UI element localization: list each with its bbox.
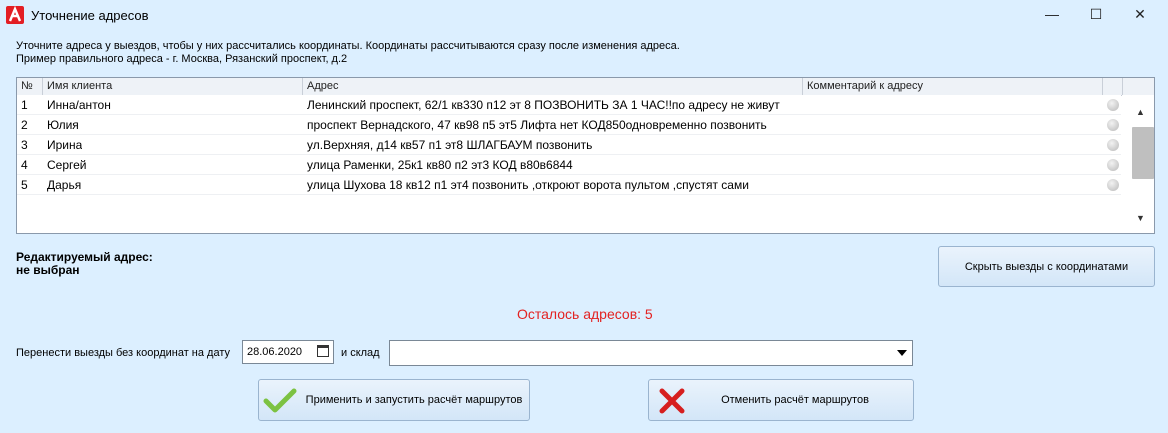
status-dot-icon: [1107, 179, 1119, 191]
warehouse-label: и склад: [341, 347, 380, 359]
row-number: 4: [21, 158, 28, 172]
instructions: Уточните адреса у выездов, чтобы у них р…: [16, 40, 680, 66]
date-picker[interactable]: 28.06.2020: [242, 340, 334, 364]
close-icon: ✕: [1134, 5, 1146, 22]
col-comment[interactable]: Комментарий к адресу: [803, 78, 1103, 95]
app-logo-icon: [6, 6, 24, 24]
row-client: Ирина: [47, 138, 83, 152]
maximize-button[interactable]: ☐: [1074, 0, 1118, 28]
row-number: 5: [21, 178, 28, 192]
date-value: 28.06.2020: [247, 346, 303, 358]
apply-button[interactable]: Применить и запустить расчёт маршрутов: [258, 379, 530, 421]
col-number[interactable]: №: [17, 78, 43, 95]
status-dot-icon: [1107, 119, 1119, 131]
status-dot-icon: [1107, 99, 1119, 111]
col-address[interactable]: Адрес: [303, 78, 803, 95]
edited-address-value: не выбран: [16, 263, 80, 277]
status-dot-icon: [1107, 139, 1119, 151]
row-address[interactable]: проспект Вернадского, 47 кв98 п5 эт5 Лиф…: [307, 118, 801, 132]
edited-address-label: Редактируемый адрес: не выбран: [16, 251, 153, 277]
row-client: Сергей: [47, 158, 87, 172]
table-row[interactable]: 3 Ирина ул.Верхняя, д14 кв57 п1 эт8 ШЛАГ…: [17, 135, 1121, 155]
scroll-down-icon[interactable]: ▼: [1136, 213, 1145, 223]
transfer-label: Перенести выезды без координат на дату: [16, 347, 231, 359]
row-address[interactable]: ул.Верхняя, д14 кв57 п1 эт8 ШЛАГБАУМ поз…: [307, 138, 801, 152]
hide-with-coordinates-button[interactable]: Скрыть выезды с координатами: [938, 246, 1155, 287]
scrollbar-thumb[interactable]: [1132, 127, 1154, 179]
row-client: Юлия: [47, 118, 79, 132]
row-client: Инна/антон: [47, 98, 111, 112]
table-row[interactable]: 2 Юлия проспект Вернадского, 47 кв98 п5 …: [17, 115, 1121, 135]
vertical-scrollbar[interactable]: ▲ ▼: [1122, 95, 1154, 233]
row-client: Дарья: [47, 178, 82, 192]
minimize-icon: —: [1045, 6, 1059, 22]
title-bar: Уточнение адресов — ☐ ✕: [0, 0, 1168, 30]
row-number: 2: [21, 118, 28, 132]
cancel-button-label: Отменить расчёт маршрутов: [721, 394, 869, 406]
window-title: Уточнение адресов: [31, 8, 149, 23]
status-dot-icon: [1107, 159, 1119, 171]
calendar-icon[interactable]: [317, 345, 329, 357]
addresses-table[interactable]: № Имя клиента Адрес Комментарий к адресу…: [16, 77, 1155, 234]
row-address[interactable]: улица Шухова 18 кв12 п1 эт4 позвонить ,о…: [307, 178, 801, 192]
maximize-icon: ☐: [1089, 5, 1103, 22]
row-number: 1: [21, 98, 28, 112]
table-row[interactable]: 5 Дарья улица Шухова 18 кв12 п1 эт4 позв…: [17, 175, 1121, 195]
warehouse-select[interactable]: [389, 340, 913, 366]
col-status: [1103, 78, 1123, 95]
checkmark-icon: [263, 388, 297, 413]
cancel-button[interactable]: Отменить расчёт маршрутов: [648, 379, 914, 421]
close-button[interactable]: ✕: [1118, 0, 1162, 28]
remaining-count: Осталось адресов: 5: [517, 306, 653, 322]
minimize-button[interactable]: —: [1030, 0, 1074, 28]
instruction-line: Уточните адреса у выездов, чтобы у них р…: [16, 40, 680, 52]
table-header: № Имя клиента Адрес Комментарий к адресу: [17, 78, 1154, 96]
example-address: Пример правильного адреса - г. Москва, Р…: [16, 53, 348, 65]
cross-icon: [659, 388, 685, 414]
col-client[interactable]: Имя клиента: [43, 78, 303, 95]
row-number: 3: [21, 138, 28, 152]
row-address[interactable]: Ленинский проспект, 62/1 кв330 п12 эт 8 …: [307, 98, 801, 112]
scroll-up-icon[interactable]: ▲: [1136, 107, 1145, 117]
table-row[interactable]: 1 Инна/антон Ленинский проспект, 62/1 кв…: [17, 95, 1121, 115]
apply-button-label: Применить и запустить расчёт маршрутов: [305, 394, 523, 406]
table-row[interactable]: 4 Сергей улица Раменки, 25к1 кв80 п2 эт3…: [17, 155, 1121, 175]
row-address[interactable]: улица Раменки, 25к1 кв80 п2 эт3 КОД в80в…: [307, 158, 801, 172]
chevron-down-icon[interactable]: [897, 350, 907, 356]
